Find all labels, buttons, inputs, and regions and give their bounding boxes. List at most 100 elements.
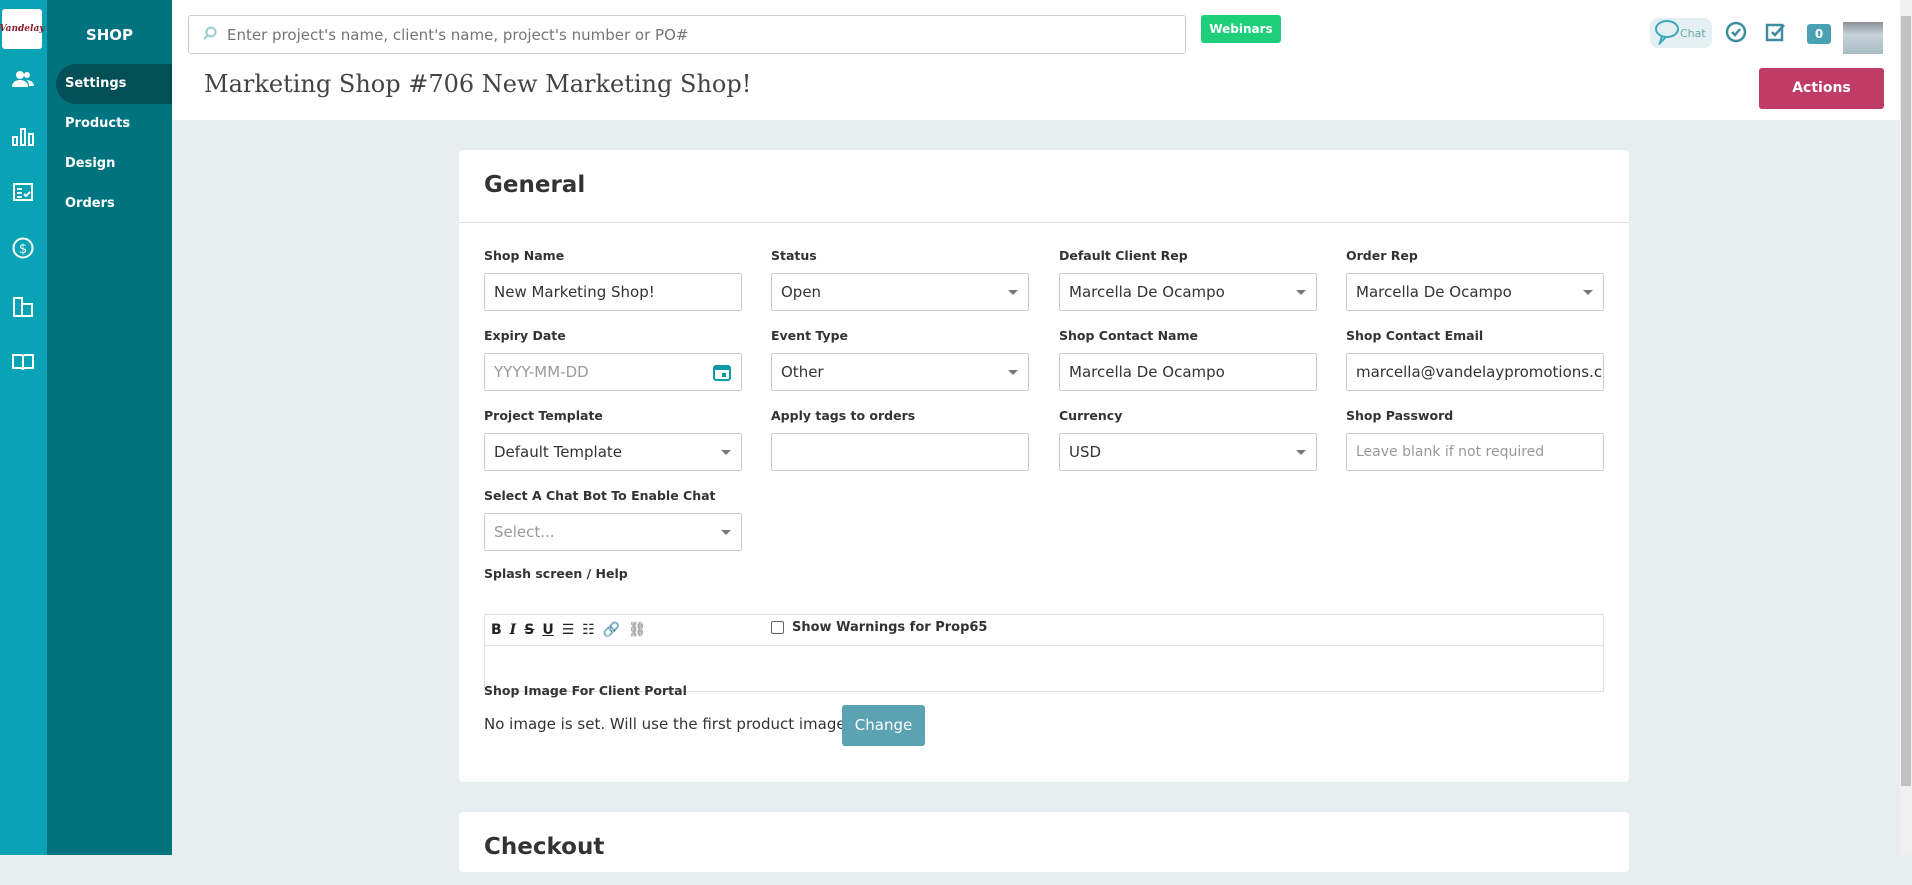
nav-title: SHOP [85, 26, 134, 44]
expiry-date-field: Expiry Date YYYY-MM-DD [484, 328, 742, 391]
change-image-button[interactable]: Change [842, 705, 925, 746]
shop-contact-name-field: Shop Contact Name Marcella De Ocampo [1059, 328, 1317, 391]
search-box[interactable] [188, 15, 1186, 54]
order-rep-field: Order Rep Marcella De Ocampo [1346, 248, 1604, 311]
checklist-icon[interactable] [11, 180, 35, 204]
shop-image-text: No image is set. Will use the first prod… [484, 715, 851, 733]
numbered-list-icon[interactable]: ☷ [582, 622, 595, 638]
status-field: Status Open [771, 248, 1029, 311]
shop-contact-name-label: Shop Contact Name [1059, 328, 1198, 343]
building-icon[interactable] [11, 295, 35, 319]
apply-tags-input[interactable] [771, 433, 1029, 471]
chevron-down-icon [1008, 370, 1018, 375]
default-client-rep-value: Marcella De Ocampo [1069, 283, 1225, 301]
chat-button[interactable]: Chat [1650, 18, 1712, 48]
expiry-date-placeholder: YYYY-MM-DD [494, 363, 589, 381]
project-template-value: Default Template [494, 443, 623, 461]
expiry-date-label: Expiry Date [484, 328, 566, 343]
nav-item-design[interactable]: Design [56, 144, 172, 184]
shop-contact-email-input[interactable]: marcella@vandelaypromotions.com [1346, 353, 1604, 391]
order-rep-label: Order Rep [1346, 248, 1418, 263]
shop-password-input[interactable]: Leave blank if not required [1346, 433, 1604, 471]
actions-button[interactable]: Actions [1759, 68, 1884, 109]
shop-nav: SHOP Settings Products Design Orders [47, 0, 172, 855]
default-client-rep-select[interactable]: Marcella De Ocampo [1059, 273, 1317, 311]
nav-item-orders[interactable]: Orders [56, 184, 172, 224]
currency-field: Currency USD [1059, 408, 1317, 471]
general-title: General [459, 150, 1629, 223]
status-select[interactable]: Open [771, 273, 1029, 311]
shop-name-label: Shop Name [484, 248, 565, 263]
currency-select[interactable]: USD [1059, 433, 1317, 471]
page-title: Marketing Shop #706 New Marketing Shop! [204, 70, 752, 98]
shop-password-placeholder: Leave blank if not required [1356, 444, 1545, 460]
status-label: Status [771, 248, 817, 263]
users-icon[interactable] [11, 67, 35, 91]
webinars-button[interactable]: Webinars [1201, 15, 1281, 43]
status-value: Open [781, 283, 822, 301]
checkout-card: Checkout [459, 812, 1629, 872]
search-input[interactable] [227, 25, 1167, 44]
event-type-label: Event Type [771, 328, 849, 343]
shop-name-field: Shop Name New Marketing Shop! [484, 248, 742, 311]
order-rep-value: Marcella De Ocampo [1356, 283, 1512, 301]
shop-password-field: Shop Password Leave blank if not required [1346, 408, 1604, 471]
shop-contact-name-input[interactable]: Marcella De Ocampo [1059, 353, 1317, 391]
link-icon[interactable]: 🔗 [603, 622, 620, 638]
chat-label: Chat [1680, 26, 1706, 40]
strikethrough-icon[interactable]: S [524, 622, 534, 638]
event-type-field: Event Type Other [771, 328, 1029, 391]
nav-item-settings[interactable]: Settings [56, 64, 172, 104]
expiry-date-input[interactable]: YYYY-MM-DD [484, 353, 742, 391]
calendar-icon[interactable] [713, 363, 731, 385]
shop-contact-name-value: Marcella De Ocampo [1069, 363, 1225, 381]
shop-contact-email-field: Shop Contact Email marcella@vandelaypromo… [1346, 328, 1604, 391]
scrollbar-thumb[interactable] [1901, 16, 1911, 786]
shop-name-value: New Marketing Shop! [494, 283, 655, 301]
shop-image-label: Shop Image For Client Portal [484, 683, 687, 698]
chevron-down-icon [1008, 290, 1018, 295]
splash-editor[interactable]: B I S U ☰ ☷ 🔗 ⛓ [484, 614, 1604, 692]
svg-text:$: $ [19, 242, 27, 257]
chat-bubble-icon [1654, 19, 1680, 48]
unlink-icon[interactable]: ⛓ [628, 622, 646, 638]
project-template-select[interactable]: Default Template [484, 433, 742, 471]
header: Webinars Marketing Shop #706 New Marketi… [172, 0, 1900, 120]
project-template-label: Project Template [484, 408, 603, 423]
chat-bot-select[interactable]: Select... [484, 513, 742, 551]
chevron-down-icon [721, 530, 731, 535]
order-rep-select[interactable]: Marcella De Ocampo [1346, 273, 1604, 311]
clock-check-icon[interactable] [1724, 20, 1750, 46]
bullet-list-icon[interactable]: ☰ [562, 622, 575, 638]
splash-label: Splash screen / Help [484, 566, 628, 581]
shop-password-label: Shop Password [1346, 408, 1454, 423]
checkout-title: Checkout [484, 834, 605, 860]
nav-item-products[interactable]: Products [56, 104, 172, 144]
chevron-down-icon [721, 450, 731, 455]
chat-bot-label: Select A Chat Bot To Enable Chat [484, 488, 716, 503]
shop-name-input[interactable]: New Marketing Shop! [484, 273, 742, 311]
chevron-down-icon [1296, 290, 1306, 295]
search-icon [203, 25, 217, 44]
chat-bot-field: Select A Chat Bot To Enable Chat Select..… [484, 488, 742, 551]
currency-label: Currency [1059, 408, 1123, 423]
avatar[interactable] [1843, 22, 1883, 54]
chevron-down-icon [1583, 290, 1593, 295]
event-type-select[interactable]: Other [771, 353, 1029, 391]
book-icon[interactable] [11, 350, 35, 374]
project-template-field: Project Template Default Template [484, 408, 742, 471]
default-client-rep-field: Default Client Rep Marcella De Ocampo [1059, 248, 1317, 311]
dollar-icon[interactable]: $ [11, 236, 35, 260]
bold-icon[interactable]: B [491, 622, 502, 638]
shop-contact-email-value: marcella@vandelaypromotions.com [1356, 363, 1604, 381]
underline-icon[interactable]: U [542, 622, 553, 638]
notification-badge[interactable]: 0 [1807, 24, 1831, 44]
italic-icon[interactable]: I [510, 622, 517, 638]
brand-logo[interactable]: Vandelay [0, 9, 45, 49]
shop-contact-email-label: Shop Contact Email [1346, 328, 1484, 343]
bar-chart-icon[interactable] [11, 124, 35, 148]
editor-toolbar: B I S U ☰ ☷ 🔗 ⛓ [485, 615, 1603, 646]
general-card: General Shop Name New Marketing Shop! Sta… [459, 150, 1629, 782]
event-type-value: Other [781, 363, 824, 381]
tasks-icon[interactable] [1764, 20, 1790, 46]
